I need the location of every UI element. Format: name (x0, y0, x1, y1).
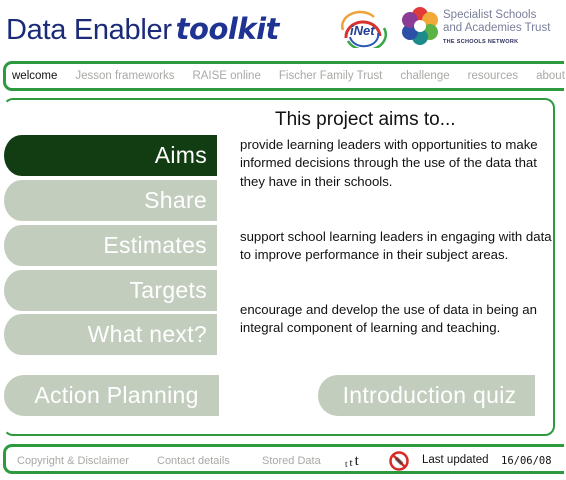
page-title: This project aims to... (275, 109, 456, 130)
section-button-what-next[interactable]: What next? (4, 314, 217, 355)
ssat-logo-text: Specialist Schools and Academies Trust T… (443, 9, 551, 45)
nav-challenge[interactable]: challenge (400, 70, 449, 82)
nav-welcome[interactable]: welcome (12, 70, 57, 82)
nav-jesson-frameworks[interactable]: Jesson frameworks (75, 70, 174, 82)
aim-paragraph: encourage and develop the use of data in… (240, 302, 537, 336)
nav-fischer-family-trust[interactable]: Fischer Family Trust (279, 70, 383, 82)
section-button-targets[interactable]: Targets (4, 270, 217, 311)
introduction-quiz-button[interactable]: Introduction quiz (318, 375, 535, 416)
text-size-medium-button[interactable]: t (350, 458, 353, 469)
top-nav: welcome Jesson frameworks RAISE online F… (3, 61, 565, 91)
last-updated-label: Last updated (422, 454, 489, 466)
section-button-estimates[interactable]: Estimates (4, 225, 217, 266)
nav-resources[interactable]: resources (468, 70, 519, 82)
footer-bar: Copyright & Disclaimer Contact details S… (3, 444, 564, 474)
inet-logo: iNet (341, 10, 388, 48)
section-button-share[interactable]: Share (4, 180, 217, 221)
inet-logo-text: iNet (350, 23, 375, 38)
copyright-link[interactable]: Copyright & Disclaimer (17, 455, 129, 467)
nav-raise-online[interactable]: RAISE online (192, 70, 260, 82)
brand-title-emphasis: toolkit (175, 12, 280, 46)
aim-paragraph: provide learning leaders with opportunit… (240, 137, 538, 189)
nav-about[interactable]: about (536, 70, 565, 82)
last-updated-date: 16/06/08 (501, 455, 552, 467)
app-logo: Data Enabler toolkit (6, 12, 279, 47)
stored-data-link[interactable]: Stored Data (262, 455, 321, 467)
aim-paragraph: support school learning leaders in engag… (240, 229, 552, 263)
text-size-controls: t t t (345, 451, 361, 469)
action-planning-button[interactable]: Action Planning (4, 375, 219, 416)
contact-details-link[interactable]: Contact details (157, 455, 230, 467)
text-size-large-button[interactable]: t (355, 454, 359, 469)
section-button-aims[interactable]: Aims (4, 135, 217, 176)
ssat-logo-icon (402, 7, 438, 45)
no-entry-icon[interactable] (389, 451, 409, 471)
brand-title: Data Enabler (6, 14, 172, 46)
text-size-small-button[interactable]: t (345, 460, 348, 469)
